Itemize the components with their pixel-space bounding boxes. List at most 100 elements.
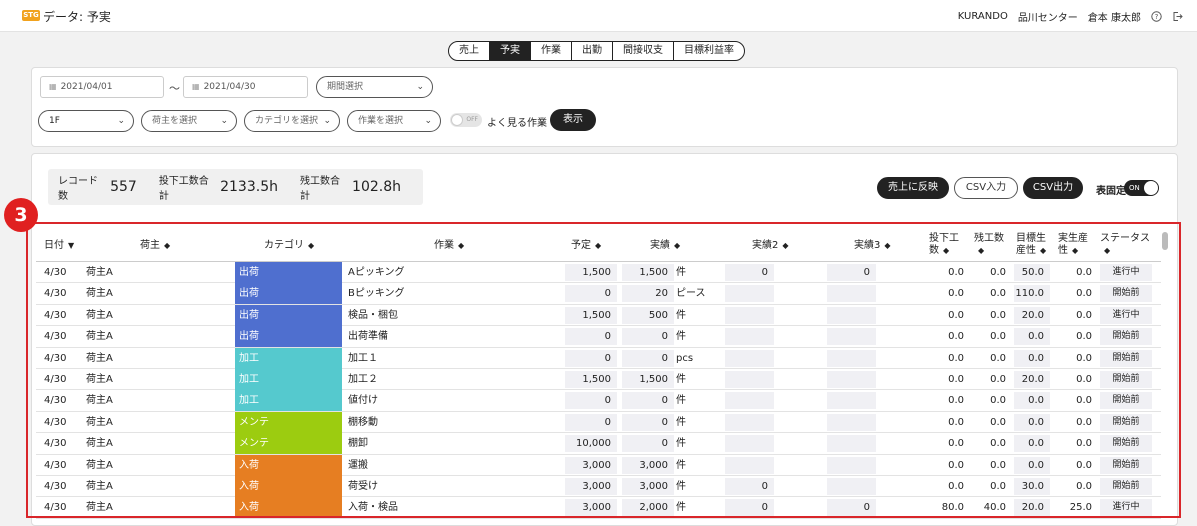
table-row[interactable]: 4/30 荷主A メンテ 棚卸 10,000 0 件 0.0 0.0 0.0 0.0 開始前 xyxy=(36,433,1161,455)
cell-target-productivity[interactable]: 0.0 xyxy=(1014,435,1050,453)
floor-select[interactable]: 1F ⌄ xyxy=(38,110,134,132)
cell-plan[interactable]: 0 xyxy=(565,413,617,431)
period-select[interactable]: 期間選択 ⌄ xyxy=(316,76,433,98)
status-badge[interactable]: 開始前 xyxy=(1100,328,1152,346)
csv-import-button[interactable]: CSV入力 xyxy=(954,177,1018,199)
status-badge[interactable]: 開始前 xyxy=(1100,435,1152,453)
cell-actual3[interactable] xyxy=(827,328,876,346)
cell-actual2[interactable] xyxy=(725,370,774,388)
cell-actual[interactable]: 0 xyxy=(622,392,674,410)
table-row[interactable]: 4/30 荷主A 入荷 荷受け 3,000 3,000 件 0 0.0 0.0 30.0 0.0 開始前 xyxy=(36,475,1161,498)
category-select[interactable]: カテゴリを選択 ⌄ xyxy=(244,110,340,132)
tab-attendance[interactable]: 出勤 xyxy=(572,42,613,60)
cell-plan[interactable]: 1,500 xyxy=(565,306,617,324)
table-row[interactable]: 4/30 荷主A 加工 加工１ 0 0 pcs 0.0 0.0 0.0 0.0 開始前 xyxy=(36,347,1161,369)
table-row[interactable]: 4/30 荷主A メンテ 棚移動 0 0 件 0.0 0.0 0.0 0.0 開始前 xyxy=(36,411,1161,434)
cell-actual2[interactable] xyxy=(725,349,774,367)
col-real-productivity[interactable]: 実生産性 ◆ xyxy=(1058,233,1094,257)
tab-sales[interactable]: 売上 xyxy=(449,42,490,60)
cell-plan[interactable]: 0 xyxy=(565,285,617,303)
col-actual3[interactable]: 実績3 ◆ xyxy=(854,240,891,252)
cell-actual2[interactable] xyxy=(725,285,774,303)
work-select[interactable]: 作業を選択 ⌄ xyxy=(347,110,441,132)
status-badge[interactable]: 進行中 xyxy=(1100,306,1152,324)
table-row[interactable]: 4/30 荷主A 入荷 入荷・検品 3,000 2,000 件 0 0 80.0 40.0 20.0 2… xyxy=(36,497,1161,519)
cell-plan[interactable]: 10,000 xyxy=(565,435,617,453)
col-date[interactable]: 日付 ▼ xyxy=(44,240,74,252)
col-remaining-hours[interactable]: 残工数 ◆ xyxy=(974,233,1010,257)
cell-target-productivity[interactable]: 0.0 xyxy=(1014,456,1050,474)
cell-actual3[interactable] xyxy=(827,413,876,431)
table-row[interactable]: 4/30 荷主A 加工 加工２ 1,500 1,500 件 0.0 0.0 20.0 0.0 開始前 xyxy=(36,368,1161,391)
cell-actual[interactable]: 3,000 xyxy=(622,456,674,474)
col-plan[interactable]: 予定 ◆ xyxy=(571,240,601,252)
col-category[interactable]: カテゴリ ◆ xyxy=(264,240,314,252)
cell-actual2[interactable] xyxy=(725,456,774,474)
cell-actual2[interactable] xyxy=(725,413,774,431)
date-from-field[interactable]: ▦ 2021/04/01 xyxy=(40,76,164,98)
cell-actual[interactable]: 3,000 xyxy=(622,477,674,495)
cell-target-productivity[interactable]: 110.0 xyxy=(1014,285,1050,303)
status-badge[interactable]: 進行中 xyxy=(1100,264,1152,281)
cell-actual2[interactable] xyxy=(725,328,774,346)
help-icon[interactable]: ? xyxy=(1151,11,1162,22)
table-scrollbar[interactable] xyxy=(1162,232,1168,250)
col-status[interactable]: ステータス ◆ xyxy=(1100,233,1156,257)
cell-plan[interactable]: 0 xyxy=(565,392,617,410)
status-badge[interactable]: 開始前 xyxy=(1100,285,1152,303)
shipper-select[interactable]: 荷主を選択 ⌄ xyxy=(141,110,237,132)
cell-target-productivity[interactable]: 0.0 xyxy=(1014,328,1050,346)
csv-export-button[interactable]: CSV出力 xyxy=(1023,177,1083,199)
cell-actual2[interactable]: 0 xyxy=(725,499,774,517)
table-row[interactable]: 4/30 荷主A 出荷 Aピッキング 1,500 1,500 件 0 0 0.0 0.0 50.0 0.… xyxy=(36,262,1161,284)
col-input-hours[interactable]: 投下工数 ◆ xyxy=(929,233,965,257)
cell-plan[interactable]: 1,500 xyxy=(565,264,617,281)
cell-target-productivity[interactable]: 20.0 xyxy=(1014,370,1050,388)
cell-actual[interactable]: 0 xyxy=(622,328,674,346)
cell-actual2[interactable] xyxy=(725,435,774,453)
cell-actual[interactable]: 2,000 xyxy=(622,499,674,517)
cell-plan[interactable]: 3,000 xyxy=(565,456,617,474)
status-badge[interactable]: 開始前 xyxy=(1100,456,1152,474)
table-row[interactable]: 4/30 荷主A 入荷 運搬 3,000 3,000 件 0.0 0.0 0.0 0.0 開始前 xyxy=(36,454,1161,476)
tab-indirect-balance[interactable]: 間接収支 xyxy=(613,42,674,60)
table-row[interactable]: 4/30 荷主A 加工 値付け 0 0 件 0.0 0.0 0.0 0.0 開始前 xyxy=(36,390,1161,412)
status-badge[interactable]: 開始前 xyxy=(1100,413,1152,431)
user-name[interactable]: 倉本 康太郎 xyxy=(1088,9,1141,24)
table-row[interactable]: 4/30 荷主A 出荷 検品・梱包 1,500 500 件 0.0 0.0 20.0 0.0 進行中 xyxy=(36,304,1161,327)
cell-target-productivity[interactable]: 20.0 xyxy=(1014,306,1050,324)
cell-actual[interactable]: 500 xyxy=(622,306,674,324)
cell-actual2[interactable] xyxy=(725,392,774,410)
table-row[interactable]: 4/30 荷主A 出荷 出荷準備 0 0 件 0.0 0.0 0.0 0.0 開始前 xyxy=(36,326,1161,348)
cell-actual2[interactable]: 0 xyxy=(725,264,774,281)
cell-actual3[interactable] xyxy=(827,306,876,324)
cell-actual2[interactable]: 0 xyxy=(725,477,774,495)
tab-plan-actual[interactable]: 予実 xyxy=(490,42,531,60)
cell-plan[interactable]: 1,500 xyxy=(565,370,617,388)
fixed-header-toggle[interactable]: ON xyxy=(1124,180,1159,196)
tab-work[interactable]: 作業 xyxy=(531,42,572,60)
cell-actual3[interactable] xyxy=(827,477,876,495)
cell-plan[interactable]: 0 xyxy=(565,349,617,367)
reflect-to-sales-button[interactable]: 売上に反映 xyxy=(877,177,949,199)
cell-target-productivity[interactable]: 30.0 xyxy=(1014,477,1050,495)
cell-actual2[interactable] xyxy=(725,306,774,324)
col-actual2[interactable]: 実績2 ◆ xyxy=(752,240,789,252)
col-shipper[interactable]: 荷主 ◆ xyxy=(140,240,170,252)
col-target-productivity[interactable]: 目標生 産性 ◆ xyxy=(1016,233,1056,257)
cell-actual3[interactable] xyxy=(827,435,876,453)
cell-actual3[interactable] xyxy=(827,456,876,474)
cell-actual[interactable]: 0 xyxy=(622,435,674,453)
cell-plan[interactable]: 3,000 xyxy=(565,477,617,495)
logout-icon[interactable] xyxy=(1172,11,1183,22)
status-badge[interactable]: 開始前 xyxy=(1100,370,1152,388)
cell-target-productivity[interactable]: 0.0 xyxy=(1014,413,1050,431)
tab-target-margin[interactable]: 目標利益率 xyxy=(674,42,744,60)
cell-actual[interactable]: 0 xyxy=(622,349,674,367)
cell-plan[interactable]: 0 xyxy=(565,328,617,346)
cell-actual[interactable]: 0 xyxy=(622,413,674,431)
table-row[interactable]: 4/30 荷主A 出荷 Bピッキング 0 20 ピース 0.0 0.0 110.0 0.0 開始前 xyxy=(36,283,1161,305)
cell-actual3[interactable] xyxy=(827,370,876,388)
cell-target-productivity[interactable]: 0.0 xyxy=(1014,392,1050,410)
cell-actual3[interactable]: 0 xyxy=(827,499,876,517)
